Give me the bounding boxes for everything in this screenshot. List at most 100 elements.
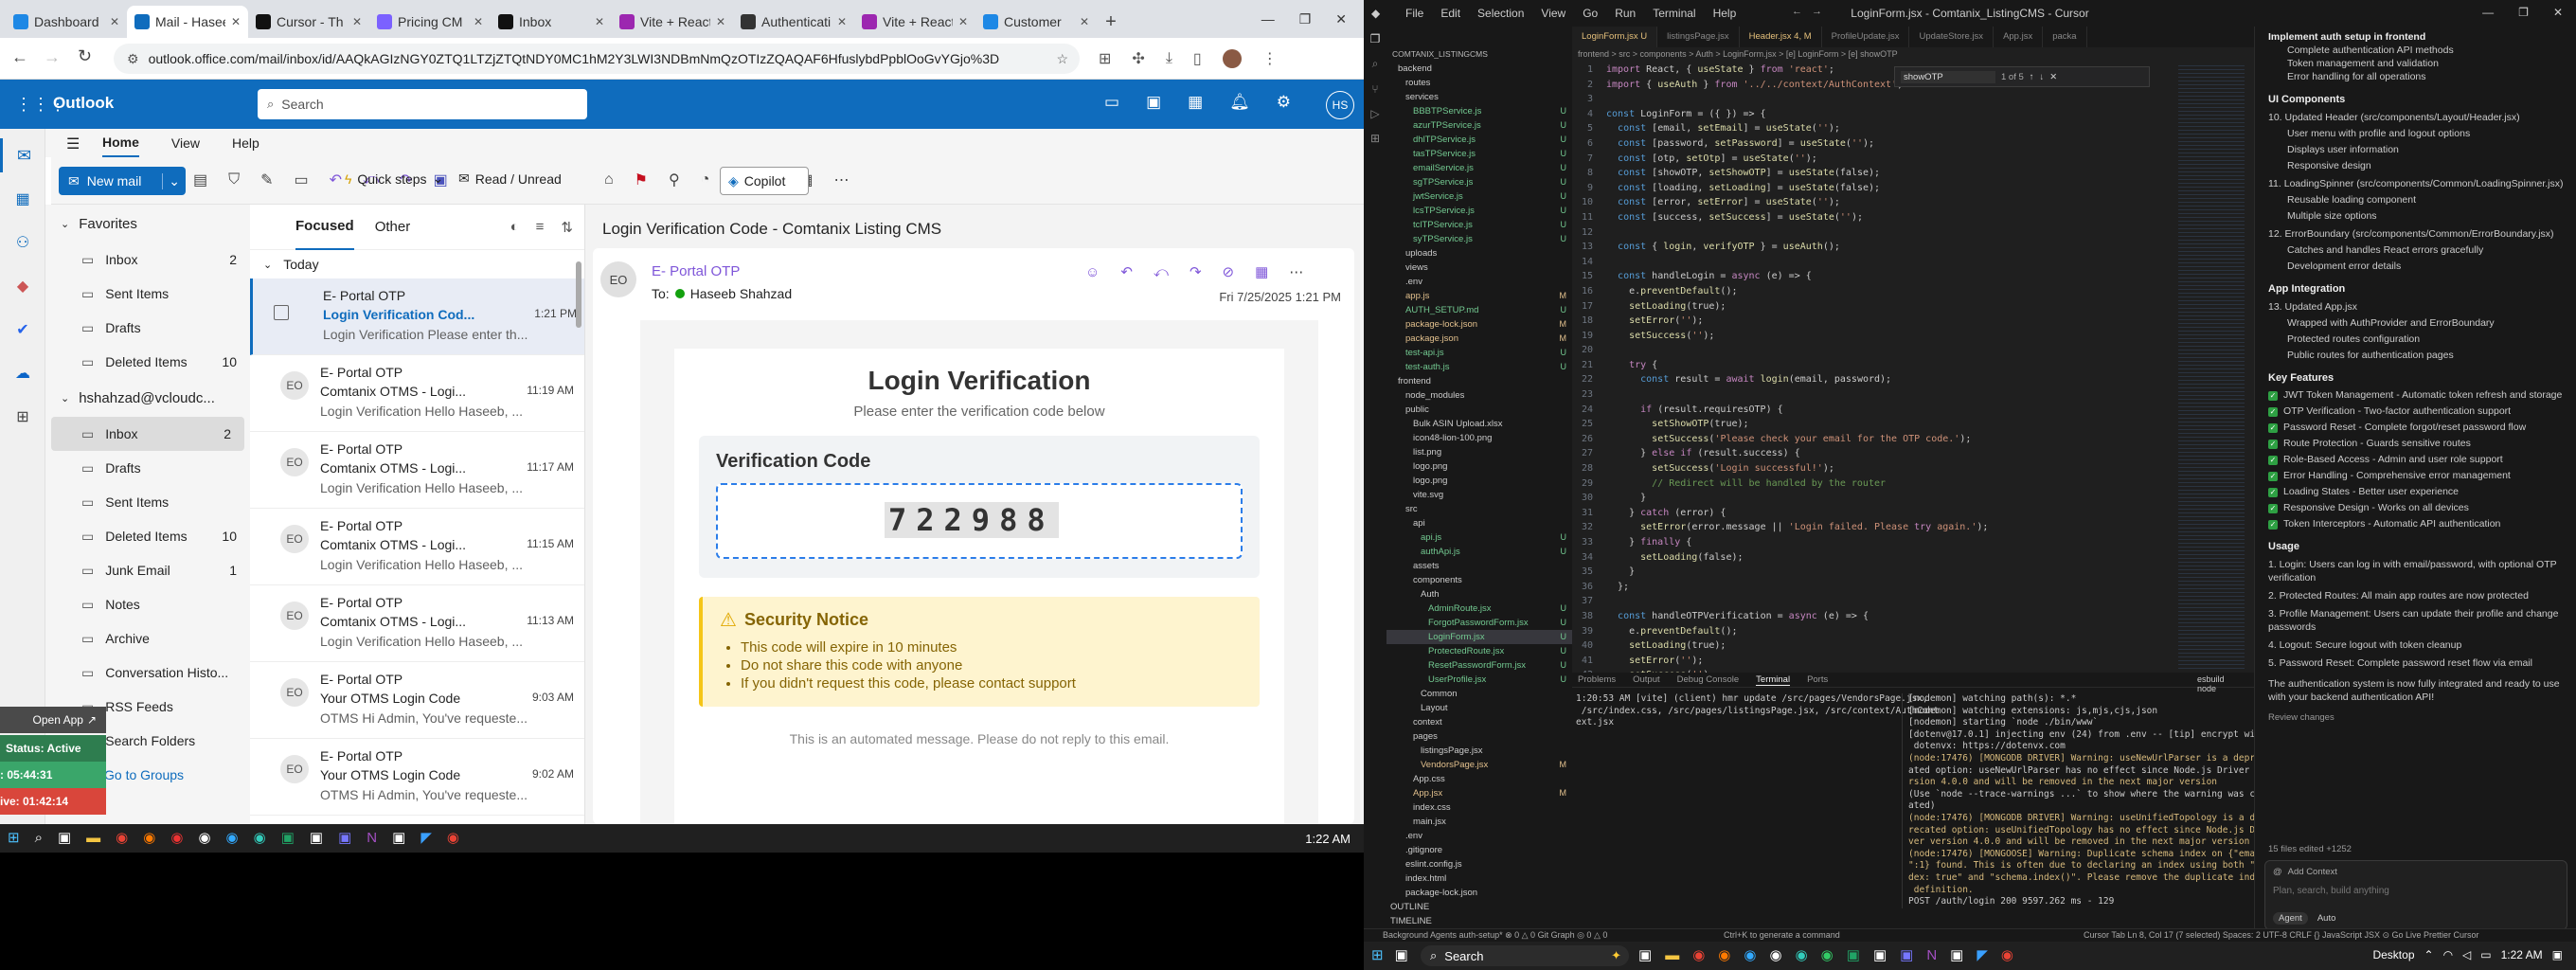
report-icon[interactable]: ⛉: [228, 171, 240, 189]
tab-help[interactable]: Help: [232, 135, 259, 151]
find-close-icon[interactable]: ✕: [2049, 72, 2057, 82]
folder-item[interactable]: ▭ Deleted Items 10: [45, 345, 250, 379]
taskbar-clock[interactable]: 1:22 AM: [1305, 832, 1351, 846]
tab-close-icon[interactable]: ✕: [595, 15, 604, 28]
minimap[interactable]: [2178, 63, 2245, 669]
reply-icon[interactable]: ↶: [330, 171, 342, 189]
chrome-icon[interactable]: ◉: [1692, 946, 1705, 963]
explorer-item[interactable]: package.json M: [1386, 332, 1572, 346]
terminal-session-item[interactable]: node: [2197, 684, 2225, 693]
editor-tab[interactable]: Header.jsx 4, M: [1739, 27, 1822, 47]
code-line[interactable]: 9 const [loading, setLoading] = useState…: [1572, 181, 2254, 196]
tab-close-icon[interactable]: ✕: [110, 15, 119, 28]
extensions-icon[interactable]: ⊞: [1099, 49, 1111, 68]
explorer-item[interactable]: frontend: [1386, 374, 1572, 388]
verification-code[interactable]: 722988: [885, 502, 1059, 538]
minimize-icon[interactable]: —: [2482, 6, 2494, 19]
battery-icon[interactable]: ▭: [2480, 948, 2491, 961]
app-icon-teal[interactable]: ◉: [254, 829, 266, 846]
emoji-react-icon[interactable]: ☺: [1085, 264, 1100, 280]
app-icon-sq[interactable]: ▣: [1950, 946, 1963, 963]
explorer-item[interactable]: uploads: [1386, 246, 1572, 260]
tab-other[interactable]: Other: [375, 219, 411, 235]
folder-item[interactable]: ▭ Archive: [45, 621, 250, 656]
hamburger-icon[interactable]: ☰: [66, 135, 80, 153]
model-auto-button[interactable]: Auto: [2317, 913, 2336, 924]
explorer-item[interactable]: pages: [1386, 729, 1572, 744]
minimize-icon[interactable]: —: [1261, 11, 1275, 27]
profile-icon[interactable]: [1222, 49, 1242, 68]
app-icon-blue[interactable]: ◉: [1744, 946, 1756, 963]
widgets-icon[interactable]: ▣: [1395, 946, 1408, 963]
restore-icon[interactable]: ❐: [1299, 11, 1312, 27]
message-row[interactable]: EO E- Portal OTP Your OTMS Login Code 9:03 …: [250, 662, 584, 739]
sweep-icon[interactable]: ✎: [260, 171, 273, 189]
terminal-session-item[interactable]: esbuild: [2197, 674, 2225, 684]
excel-icon[interactable]: ▣: [281, 829, 295, 846]
explorer-item[interactable]: components: [1386, 573, 1572, 587]
site-info-icon[interactable]: ⚙: [127, 51, 139, 67]
explorer-item[interactable]: eslint.config.js: [1386, 857, 1572, 871]
explorer-item[interactable]: vite.svg: [1386, 488, 1572, 502]
app-icon-red[interactable]: ◉: [170, 829, 183, 846]
code-line[interactable]: 23: [1572, 387, 2254, 403]
explorer-item[interactable]: context: [1386, 715, 1572, 729]
download-icon[interactable]: ⤓: [1166, 50, 1172, 67]
task-view-icon[interactable]: ▣: [58, 829, 71, 846]
source-control-icon[interactable]: ⑂: [1371, 82, 1378, 96]
code-line[interactable]: 38 const handleOTPVerification = async (…: [1572, 609, 2254, 624]
explorer-item[interactable]: Layout: [1386, 701, 1572, 715]
app-icon-white[interactable]: ◉: [198, 829, 210, 846]
app-icon-sq[interactable]: ▣: [392, 829, 405, 846]
tray-chevron-icon[interactable]: ⌃: [2424, 948, 2434, 961]
tab-close-icon[interactable]: ✕: [958, 15, 968, 28]
explorer-item[interactable]: TIMELINE: [1386, 914, 1572, 928]
explorer-item[interactable]: VendorsPage.jsx M: [1386, 758, 1572, 772]
explorer-item[interactable]: AUTH_SETUP.md U: [1386, 303, 1572, 317]
explorer-item[interactable]: icon48-lion-100.png: [1386, 431, 1572, 445]
vscode-icon[interactable]: ◤: [420, 829, 432, 846]
explorer-item[interactable]: public: [1386, 403, 1572, 417]
panel-tab[interactable]: Ports: [1807, 674, 1828, 685]
tab-close-icon[interactable]: ✕: [474, 15, 483, 28]
terminal-frontend[interactable]: 1:20:53 AM [vite] (client) hmr update /s…: [1576, 693, 1939, 729]
folder-item[interactable]: ▭ Drafts: [45, 451, 250, 485]
code-line[interactable]: 40 setLoading(true);: [1572, 638, 2254, 654]
browser-tab[interactable]: Vite + React ✕: [612, 6, 733, 38]
explorer-item[interactable]: dhlTPService.js U: [1386, 133, 1572, 147]
tab-home[interactable]: Home: [102, 129, 139, 157]
explorer-item[interactable]: services: [1386, 90, 1572, 104]
onenote-icon[interactable]: N: [367, 830, 377, 846]
user-avatar[interactable]: HS: [1326, 91, 1354, 119]
snooze-icon[interactable]: ◔: [701, 171, 710, 189]
explorer-item[interactable]: package-lock.json M: [1386, 317, 1572, 332]
restore-icon[interactable]: ❐: [2518, 6, 2529, 19]
files-app-icon[interactable]: ◆: [0, 269, 45, 303]
wifi-icon[interactable]: ◠: [2443, 948, 2453, 961]
explorer-item[interactable]: syTPService.js U: [1386, 232, 1572, 246]
explorer-item[interactable]: ResetPasswordForm.jsx U: [1386, 658, 1572, 673]
explorer-item[interactable]: authApi.js U: [1386, 545, 1572, 559]
desktop-label[interactable]: Desktop: [2372, 948, 2414, 961]
code-line[interactable]: 16 e.preventDefault();: [1572, 284, 2254, 299]
browser-tab[interactable]: Authenticati ✕: [733, 6, 854, 38]
browser-tab[interactable]: Cursor - Th ✕: [248, 6, 369, 38]
editor-tab[interactable]: ProfileUpdate.jsx: [1821, 27, 1910, 47]
reply-all-icon[interactable]: ⤺: [1154, 264, 1169, 280]
flag-icon[interactable]: ⚑: [635, 171, 648, 189]
editor-tab[interactable]: UpdateStore.jsx: [1909, 27, 1995, 47]
code-line[interactable]: 27 } else if (result.success) {: [1572, 446, 2254, 461]
explorer-item[interactable]: test-api.js U: [1386, 346, 1572, 360]
terminal-backend[interactable]: [nodemon] watching path(s): *.* [nodemon]…: [1902, 693, 2254, 908]
explorer-item[interactable]: UserProfile.jsx U: [1386, 673, 1572, 687]
code-line[interactable]: 34 setLoading(false);: [1572, 550, 2254, 566]
explorer-icon[interactable]: ❐: [1370, 32, 1381, 45]
explorer-item[interactable]: backend: [1386, 62, 1572, 76]
code-line[interactable]: 8 const [showOTP, setShowOTP] = useState…: [1572, 166, 2254, 181]
windows-start-icon[interactable]: ⊞: [8, 829, 20, 846]
explorer-item[interactable]: views: [1386, 260, 1572, 275]
close-window-icon[interactable]: ✕: [2553, 6, 2563, 19]
explorer-item[interactable]: .env: [1386, 275, 1572, 289]
pin-icon[interactable]: ⚲: [669, 171, 680, 189]
files-edited-summary[interactable]: 15 files edited +1252: [2268, 843, 2352, 856]
